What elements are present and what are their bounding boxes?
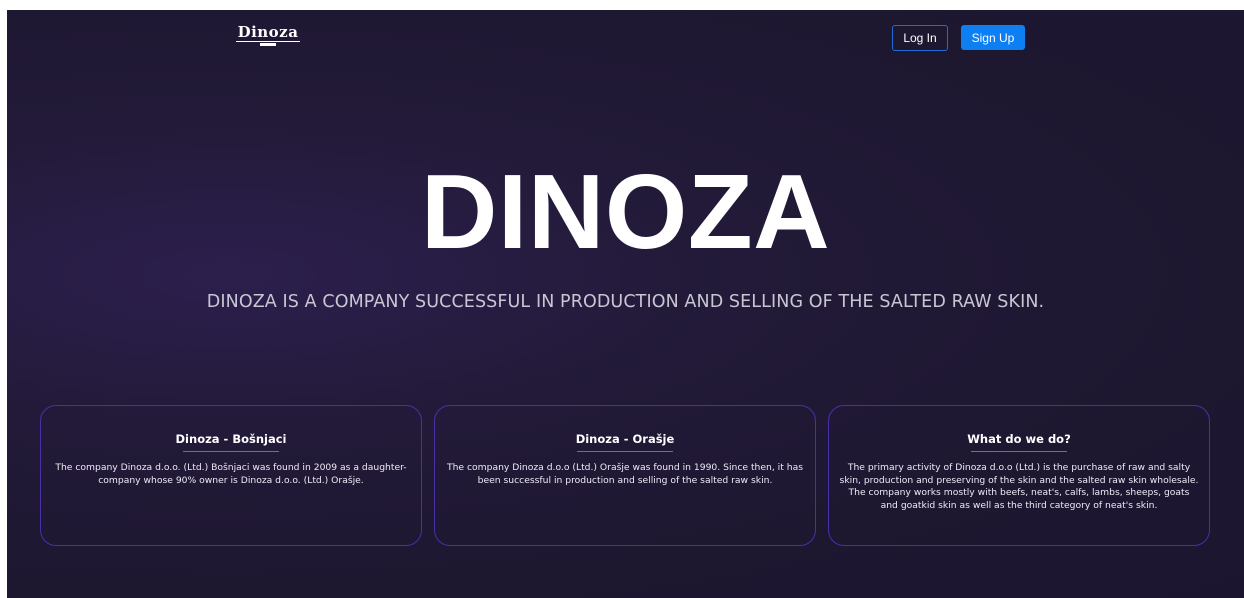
card-text: The company Dinoza d.o.o (Ltd.) Orašje w… [446, 462, 803, 486]
card-title-underline [183, 451, 279, 452]
card-title-underline [577, 451, 673, 452]
card-title-underline [971, 451, 1067, 452]
card-bosnjaci: Dinoza - Bošnjaci The company Dinoza d.o… [40, 405, 422, 546]
card-title: What do we do? [967, 432, 1071, 446]
logo-text: Dinoza [236, 23, 300, 42]
card-title: Dinoza - Bošnjaci [175, 432, 287, 446]
card-title: Dinoza - Orašje [575, 432, 675, 446]
hero-subtitle: DINOZA IS A COMPANY SUCCESSFUL IN PRODUC… [206, 292, 1045, 312]
card-text: The primary activity of Dinoza d.o.o (Lt… [839, 462, 1199, 511]
page-background: Dinoza Log In Sign Up DINOZA DINOZA IS A… [7, 10, 1244, 598]
card-what-we-do: What do we do? The primary activity of D… [828, 405, 1210, 546]
logo-mark [260, 43, 276, 46]
signup-button[interactable]: Sign Up [961, 25, 1025, 50]
login-button[interactable]: Log In [892, 25, 948, 51]
card-orasje: Dinoza - Orašje The company Dinoza d.o.o… [434, 405, 816, 546]
logo-link[interactable]: Dinoza [236, 24, 300, 52]
card-text: The company Dinoza d.o.o. (Ltd.) Bošnjac… [55, 462, 407, 486]
hero-title: DINOZA [420, 153, 831, 271]
